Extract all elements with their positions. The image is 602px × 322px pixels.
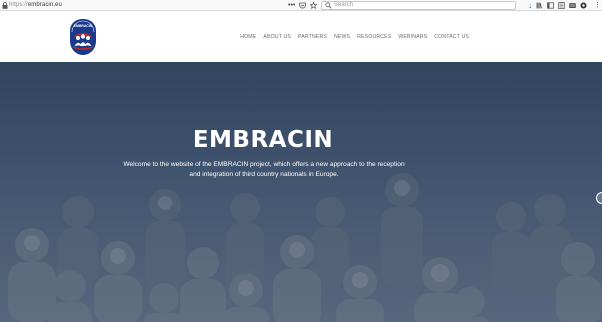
toolbar-icons: ↓ ⋮ [528, 1, 601, 10]
svg-text:EMBRACIN: EMBRACIN [74, 24, 93, 28]
lock-icon[interactable] [2, 2, 8, 9]
download-icon[interactable]: ↓ [528, 1, 532, 10]
pocket-icon[interactable] [299, 2, 307, 9]
nav-about-us[interactable]: ABOUT US [263, 33, 291, 41]
hero-subtitle: Welcome to the website of the EMBRACIN p… [123, 161, 405, 178]
hero-overlay [0, 62, 602, 322]
embracin-logo[interactable]: EMBRACIN [69, 18, 97, 56]
hero-title: EMBRACIN [192, 127, 334, 153]
nav-contact-us[interactable]: CONTACT US [434, 33, 469, 41]
nav-resources[interactable]: RESOURCES [357, 33, 391, 41]
main-nav: HOME ABOUT US PARTNERS NEWS RESOURCES WE… [240, 33, 469, 41]
url-scheme: https:// [9, 2, 28, 8]
slider-next-button[interactable] [596, 192, 602, 204]
hero-banner: EMBRACIN Welcome to the website of the E… [0, 62, 602, 322]
screenshot-icon[interactable] [569, 2, 576, 9]
search-placeholder: Search [334, 2, 354, 8]
nav-news[interactable]: NEWS [334, 33, 350, 41]
extension-icon[interactable] [580, 2, 587, 9]
browser-toolbar: https://embracin.eu ••• Search ↓ ⋮ [0, 0, 602, 11]
bookmark-star-icon[interactable] [310, 2, 318, 9]
menu-icon[interactable]: ⋮ [594, 1, 601, 10]
search-icon [325, 2, 332, 9]
library-icon[interactable] [536, 2, 543, 9]
page-actions: ••• [288, 1, 318, 10]
nav-home[interactable]: HOME [240, 33, 256, 41]
nav-webinars[interactable]: WEBINARS [398, 33, 427, 41]
page-actions-icon[interactable]: ••• [288, 1, 295, 10]
nav-partners[interactable]: PARTNERS [298, 33, 327, 41]
sidebar-icon[interactable] [547, 2, 554, 9]
site-header: EMBRACIN HOME ABOUT US PARTNERS NEWS RES… [0, 11, 602, 62]
search-input[interactable]: Search [321, 1, 516, 10]
address-bar[interactable]: https://embracin.eu [9, 1, 62, 10]
url-host: embracin.eu [27, 2, 62, 8]
reader-icon[interactable] [558, 2, 565, 9]
